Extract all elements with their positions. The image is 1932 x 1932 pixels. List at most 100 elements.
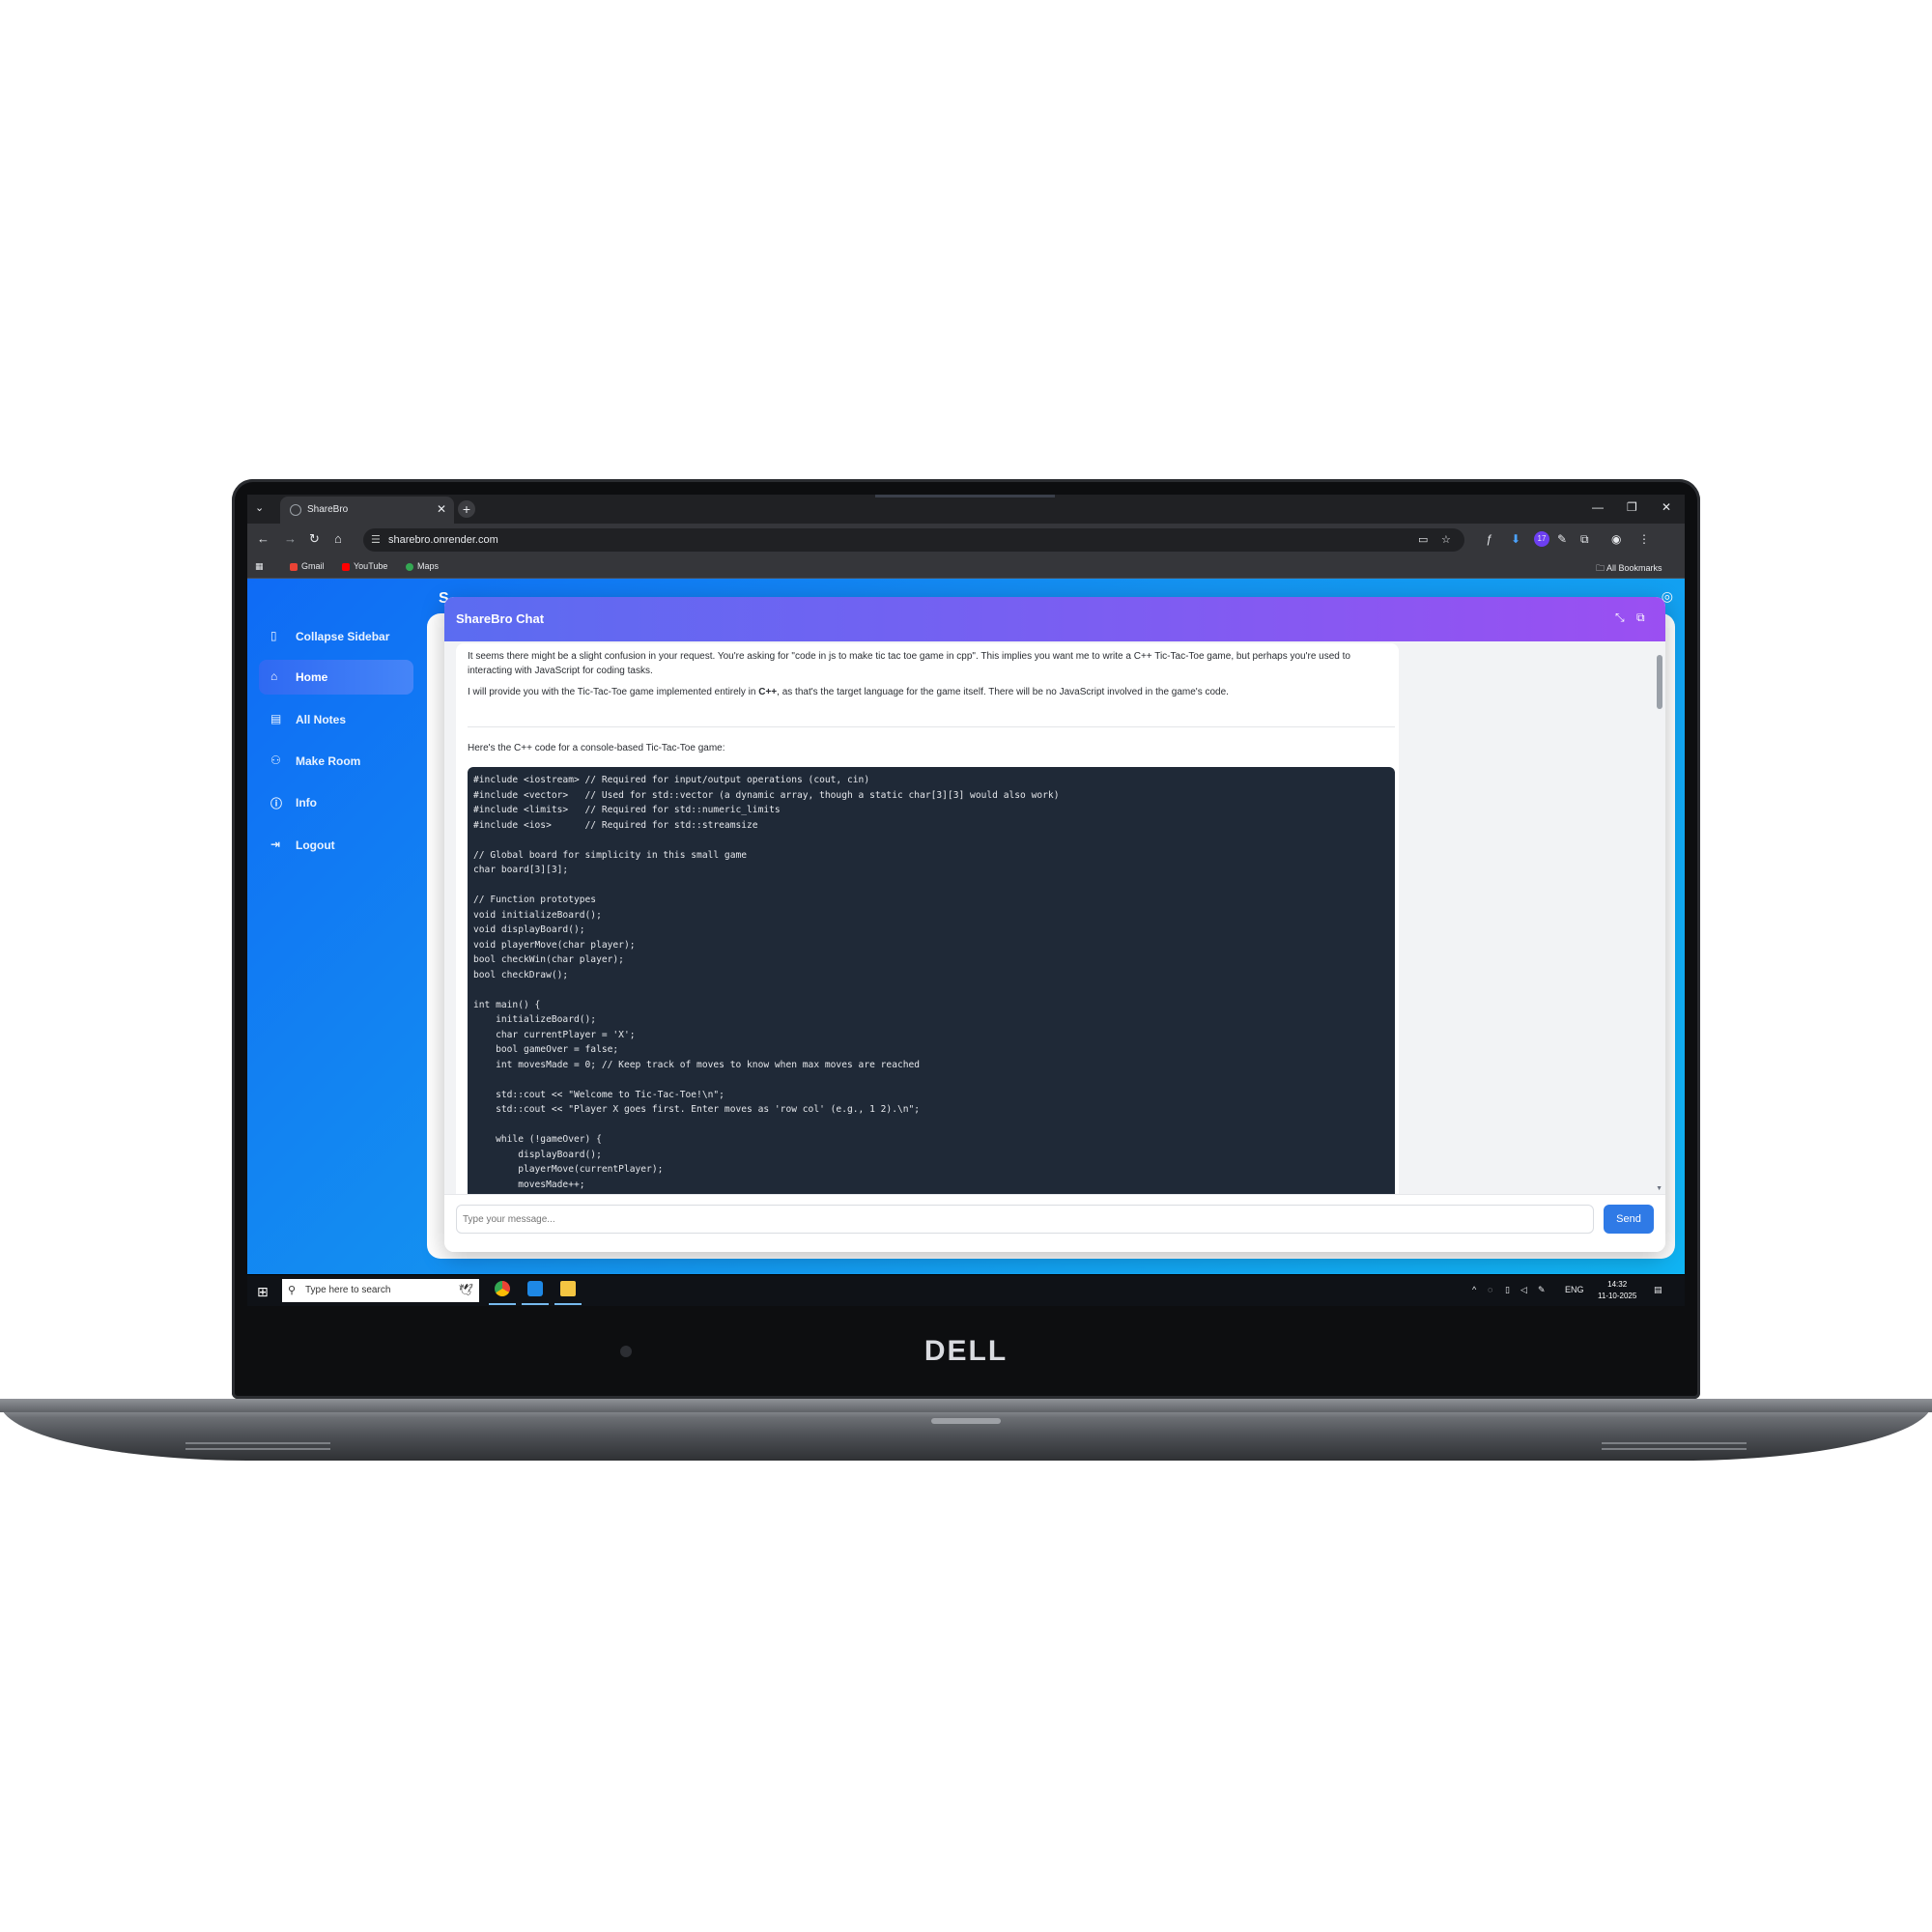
message-paragraph: It seems there might be a slight confusi…: [468, 651, 1350, 676]
browser-tab-bar: ⌄ ShareBro ✕ + — ❐ ✕: [247, 495, 1685, 524]
bookmark-label: YouTube: [354, 561, 388, 571]
language-indicator[interactable]: ENG: [1565, 1285, 1584, 1294]
sidebar-item-info[interactable]: ⓘ Info: [259, 785, 413, 820]
taskbar-chrome[interactable]: [489, 1278, 516, 1305]
all-bookmarks[interactable]: 🗀 All Bookmarks: [1596, 561, 1662, 577]
minimize-chat-icon[interactable]: ⤡: [1615, 611, 1625, 625]
add-user-icon: ⚇: [270, 753, 281, 767]
taskbar-explorer[interactable]: [554, 1278, 582, 1305]
taskbar: ⊞ ⚲ Type here to search 🕊 ^ ◌ ▯ ◁ ✎ ENG …: [247, 1275, 1685, 1306]
tab-search-icon[interactable]: ⌄: [255, 501, 264, 514]
taskbar-search[interactable]: ⚲ Type here to search 🕊: [282, 1279, 479, 1302]
folder-icon: 🗀: [1596, 563, 1607, 573]
code-block: #include <iostream> // Required for inpu…: [468, 767, 1395, 1194]
search-icon: ⚲: [288, 1285, 297, 1296]
home-nav-icon[interactable]: ⌂: [334, 531, 342, 546]
bookmark-label: Gmail: [301, 561, 325, 571]
restore-icon[interactable]: ❐: [1627, 500, 1637, 514]
bookmark-gmail[interactable]: Gmail: [290, 561, 325, 571]
notes-icon: ▤: [270, 712, 282, 725]
all-bookmarks-label: All Bookmarks: [1606, 563, 1662, 573]
site-info-icon[interactable]: ☰: [371, 533, 381, 546]
scroll-down-arrow-icon[interactable]: ▼: [1656, 1185, 1662, 1192]
extensions-puzzle-icon[interactable]: ⧉: [1580, 532, 1589, 547]
browser-tab[interactable]: ShareBro ✕: [280, 497, 454, 524]
vscode-icon: [527, 1281, 543, 1296]
send-button[interactable]: Send: [1604, 1205, 1654, 1234]
chat-messages[interactable]: It seems there might be a slight confusi…: [444, 641, 1665, 1194]
minimize-icon[interactable]: —: [1592, 500, 1604, 514]
reload-icon[interactable]: ↻: [309, 531, 320, 547]
chat-header: ShareBro Chat ⤡ ⧉: [444, 597, 1665, 641]
bookmark-star-icon[interactable]: ☆: [1441, 533, 1451, 546]
clock-date: 11-10-2025: [1598, 1292, 1637, 1300]
taskbar-vscode[interactable]: [522, 1278, 549, 1305]
favicon-icon: [290, 504, 301, 516]
bookmark-maps[interactable]: Maps: [406, 561, 439, 571]
search-highlight-icon: 🕊: [458, 1283, 473, 1296]
gmail-icon: [290, 562, 298, 571]
browser-toolbar: ← → ↻ ⌂ ☰ sharebro.onrender.com ▭ ☆ ƒ ⬇ …: [247, 524, 1685, 556]
message-input[interactable]: [456, 1205, 1594, 1234]
tray-volume-icon[interactable]: ◁: [1520, 1285, 1527, 1295]
sidebar-item-label: Home: [296, 670, 328, 684]
sidebar-item-logout[interactable]: ⇥ Logout: [259, 828, 413, 863]
message-paragraph: I will provide you with the Tic-Tac-Toe …: [468, 685, 1395, 699]
address-bar[interactable]: ☰ sharebro.onrender.com ▭ ☆: [363, 528, 1464, 552]
sidebar-item-label: Logout: [296, 838, 335, 852]
webpage: S ◎ ▯ Collapse Sidebar ⌂ Home ▤ All Note…: [247, 579, 1685, 1274]
youtube-icon: [342, 562, 350, 571]
folder-explorer-icon: [560, 1281, 576, 1296]
chat-scrollbar[interactable]: [1657, 655, 1662, 709]
back-icon[interactable]: ←: [257, 531, 270, 546]
sidebar-item-collapse[interactable]: ▯ Collapse Sidebar: [259, 619, 413, 654]
message-bold-text: C++: [758, 687, 778, 697]
chat-window: ShareBro Chat ⤡ ⧉ It seems there might b…: [444, 597, 1665, 1252]
sidebar-item-all-notes[interactable]: ▤ All Notes: [259, 702, 413, 737]
maps-icon: [406, 562, 413, 571]
window-close-icon[interactable]: ✕: [1662, 500, 1671, 514]
chrome-icon: [495, 1281, 510, 1296]
formula-extension-icon[interactable]: ƒ: [1486, 532, 1492, 546]
code-text: #include <iostream> // Required for inpu…: [473, 775, 1060, 1190]
tray-network-icon[interactable]: ◌: [1488, 1285, 1492, 1294]
sidebar-item-make-room[interactable]: ⚇ Make Room: [259, 744, 413, 779]
sidebar-item-label: Make Room: [296, 754, 361, 768]
tab-title: ShareBro: [307, 504, 349, 515]
message-paragraph: Here's the C++ code for a console-based …: [468, 743, 725, 753]
download-extension-icon[interactable]: ⬇: [1511, 532, 1520, 546]
sidebar-item-home[interactable]: ⌂ Home: [259, 660, 413, 695]
forward-icon[interactable]: →: [284, 531, 297, 546]
popout-chat-icon[interactable]: ⧉: [1636, 611, 1645, 625]
sidebar-icon: ▯: [270, 629, 277, 642]
tab-close-icon[interactable]: ✕: [437, 502, 446, 516]
new-tab-button[interactable]: +: [458, 500, 475, 518]
laptop-base-lip: [0, 1399, 1932, 1412]
info-icon: ⓘ: [270, 797, 283, 810]
brand-logo: DELL: [923, 1335, 1009, 1367]
bot-message: It seems there might be a slight confusi…: [456, 643, 1399, 1194]
bookmark-label: Maps: [417, 561, 440, 571]
pen-extension-icon[interactable]: ✎: [1557, 532, 1567, 546]
taskbar-search-text: Type here to search: [305, 1285, 391, 1295]
tray-chevron-icon[interactable]: ^: [1472, 1285, 1476, 1294]
extension-badge-icon[interactable]: 17: [1534, 531, 1549, 547]
divider: [468, 726, 1395, 727]
sidebar-item-label: Collapse Sidebar: [296, 630, 390, 643]
speaker-grille-right: [1602, 1442, 1747, 1450]
windows-start-icon[interactable]: ⊞: [257, 1284, 269, 1300]
sidebar-item-label: Info: [296, 796, 317, 810]
apps-grid-icon[interactable]: ▦: [255, 561, 264, 572]
menu-kebab-icon[interactable]: ⋮: [1638, 532, 1650, 546]
bookmark-youtube[interactable]: YouTube: [342, 561, 387, 571]
bookmarks-bar: ▦ Gmail YouTube Maps 🗀 All Bookmarks: [247, 556, 1685, 579]
logout-icon: ⇥: [270, 838, 281, 851]
profile-icon[interactable]: ◉: [1611, 532, 1621, 546]
taskbar-clock[interactable]: 14:32 11-10-2025: [1598, 1279, 1636, 1302]
tray-pen-icon[interactable]: ✎: [1538, 1285, 1546, 1295]
message-text: , as that's the target language for the …: [777, 687, 1229, 697]
message-text: I will provide you with the Tic-Tac-Toe …: [468, 687, 759, 697]
tray-battery-icon[interactable]: ▯: [1505, 1285, 1510, 1295]
notifications-icon[interactable]: ▤: [1654, 1285, 1662, 1295]
cast-icon[interactable]: ▭: [1418, 533, 1428, 546]
